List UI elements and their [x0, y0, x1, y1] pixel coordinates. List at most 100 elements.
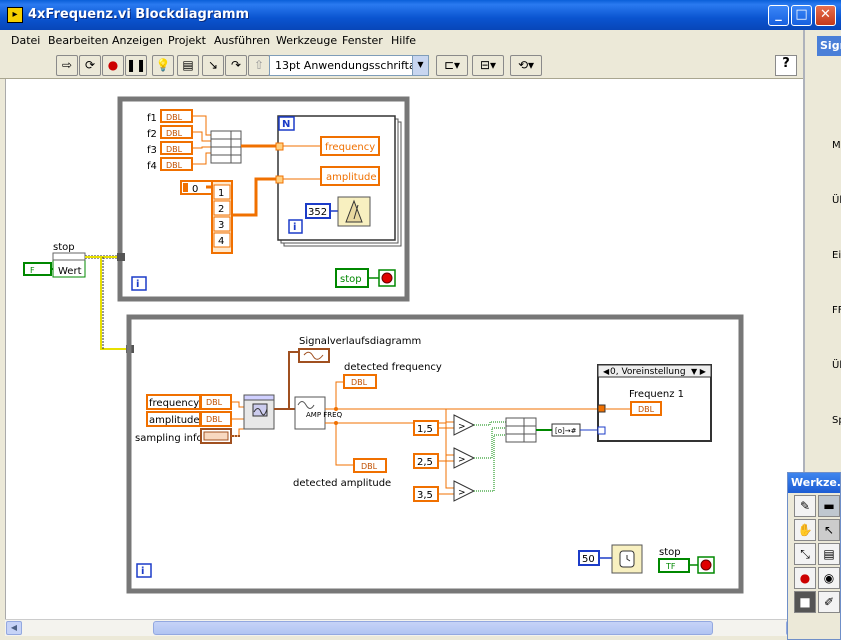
- detected-amplitude-indicator[interactable]: DBL: [353, 458, 387, 473]
- stop-button-terminal[interactable]: stop: [335, 268, 369, 288]
- simulate-signal-express-vi[interactable]: [243, 394, 275, 430]
- waveform-chart-terminal[interactable]: [298, 348, 330, 363]
- f4-control[interactable]: DBL: [160, 157, 193, 171]
- svg-text:2,5: 2,5: [417, 457, 433, 468]
- stop2-control[interactable]: TF: [658, 558, 690, 573]
- boolean-wire: [474, 421, 506, 492]
- threshold-constant-3[interactable]: 3,5: [413, 486, 439, 502]
- wiring-tool-icon[interactable]: ⤡: [794, 543, 816, 565]
- svg-text:>: >: [458, 455, 466, 465]
- loop-condition-stop-icon[interactable]: [378, 269, 396, 287]
- tunnel: [117, 253, 125, 261]
- retain-wire-values-icon[interactable]: ▤: [177, 55, 199, 76]
- detected-frequency-indicator[interactable]: DBL: [343, 374, 377, 389]
- color-tool-icon[interactable]: ■: [794, 591, 816, 613]
- run-arrow-icon[interactable]: ⇨: [56, 55, 78, 76]
- signal-panel-title: Signa: [817, 36, 841, 56]
- menu-ausfuehren[interactable]: Ausführen: [214, 34, 270, 47]
- breakpoint-icon[interactable]: ●: [794, 567, 816, 589]
- align-objects-icon[interactable]: ⊏▾: [436, 55, 468, 76]
- scroll-left-icon[interactable]: ◀: [6, 621, 22, 635]
- svg-text:50: 50: [582, 554, 595, 565]
- svg-text:3,5: 3,5: [417, 490, 433, 501]
- threshold-constant-1[interactable]: 1,5: [413, 420, 439, 436]
- svg-text:DBL: DBL: [166, 145, 183, 154]
- toolbar: ⇨ ⟳ ● ❚❚ 💡 ▤ ↘ ↷ ⇧ 13pt Anwendungsschrif…: [0, 51, 803, 79]
- svg-text:▼ ▶: ▼ ▶: [691, 367, 707, 376]
- iteration-terminal: i: [293, 222, 296, 233]
- greater-than-node-1[interactable]: >: [453, 414, 476, 436]
- wait-constant-352[interactable]: 352: [305, 203, 331, 219]
- menu-datei[interactable]: Datei: [11, 34, 40, 47]
- frequency-indicator[interactable]: frequency: [320, 136, 380, 156]
- case-selector-label: 0, Voreinstellung: [610, 367, 686, 377]
- amplitude-control[interactable]: amplitude DBL: [146, 411, 232, 427]
- sampling-info-control[interactable]: [200, 428, 232, 444]
- horizontal-scrollbar[interactable]: ◀ ▶: [5, 619, 803, 636]
- reorder-icon[interactable]: ⟲▾: [510, 55, 542, 76]
- run-continuously-icon[interactable]: ⟳: [79, 55, 101, 76]
- label-tool-icon[interactable]: ▤: [818, 543, 840, 565]
- case-selector-terminal: [597, 426, 606, 435]
- array-constant[interactable]: 1 2 3 4: [211, 180, 233, 254]
- step-into-icon[interactable]: ↘: [202, 55, 224, 76]
- frequenz-1-indicator[interactable]: DBL: [630, 401, 662, 416]
- menu-bar: Datei Bearbeiten Anzeigen Projekt Ausfüh…: [0, 30, 803, 51]
- help-icon[interactable]: ?: [775, 55, 797, 76]
- tool-selector-icon[interactable]: ▬: [818, 495, 840, 517]
- frequency-control[interactable]: frequency DBL: [146, 394, 232, 410]
- pause-icon[interactable]: ❚❚: [125, 55, 147, 76]
- block-diagram-canvas[interactable]: F stop Wert f1 f2 f3 f4 DBL DBL DBL DBL …: [5, 79, 803, 619]
- f1-control[interactable]: DBL: [160, 109, 193, 123]
- menu-projekt[interactable]: Projekt: [168, 34, 206, 47]
- f2-control[interactable]: DBL: [160, 125, 193, 139]
- get-color-icon[interactable]: ✐: [818, 591, 840, 613]
- highlight-execution-icon[interactable]: 💡: [152, 55, 174, 76]
- probe-icon[interactable]: ◉: [818, 567, 840, 589]
- tools-palette: Werkze... ✎ ▬ ✋ ↖ ⤡ ▤ ● ◉ ■ ✐: [787, 472, 841, 640]
- wrench-tool-icon[interactable]: ✎: [794, 495, 816, 517]
- menu-bearbeiten[interactable]: Bearbeiten: [48, 34, 108, 47]
- svg-text:frequency: frequency: [325, 142, 375, 153]
- minimize-button[interactable]: _: [768, 5, 789, 26]
- operate-hand-icon[interactable]: ✋: [794, 519, 816, 541]
- boolean-array-to-number-node[interactable]: [o]→#: [551, 423, 581, 437]
- menu-hilfe[interactable]: Hilfe: [391, 34, 416, 47]
- position-arrow-icon[interactable]: ↖: [818, 519, 840, 541]
- f3-label: f3: [147, 145, 157, 156]
- svg-text:stop: stop: [340, 274, 362, 285]
- greater-than-node-3[interactable]: >: [453, 480, 476, 502]
- svg-text:TF: TF: [665, 562, 676, 571]
- f3-control[interactable]: DBL: [160, 141, 193, 155]
- close-button[interactable]: ✕: [815, 5, 836, 26]
- wait-ms-icon[interactable]: [611, 544, 643, 574]
- stop-property-node[interactable]: Wert: [52, 252, 86, 278]
- stop2-label: stop: [659, 547, 681, 558]
- threshold-constant-2[interactable]: 2,5: [413, 453, 439, 469]
- metronome-wait-icon[interactable]: [337, 196, 371, 227]
- step-out-icon[interactable]: ⇧: [248, 55, 270, 76]
- svg-text:amplitude: amplitude: [149, 415, 200, 426]
- greater-than-node-2[interactable]: >: [453, 447, 476, 469]
- menu-anzeigen[interactable]: Anzeigen: [112, 34, 163, 47]
- stop-control[interactable]: F: [23, 262, 52, 276]
- maximize-button[interactable]: □: [791, 5, 812, 26]
- amplitude-indicator[interactable]: amplitude: [320, 166, 380, 186]
- wait-constant-50[interactable]: 50: [578, 550, 600, 566]
- svg-text:DBL: DBL: [166, 113, 183, 122]
- menu-fenster[interactable]: Fenster: [342, 34, 383, 47]
- distribute-objects-icon[interactable]: ⊟▾: [472, 55, 504, 76]
- font-select[interactable]: 13pt Anwendungsschriftart ▼: [269, 55, 429, 76]
- step-over-icon[interactable]: ↷: [225, 55, 247, 76]
- loop2-condition-stop-icon[interactable]: [697, 556, 715, 574]
- abort-icon[interactable]: ●: [102, 55, 124, 76]
- tools-palette-title: Werkze...: [788, 473, 841, 493]
- stop-label: stop: [53, 242, 75, 253]
- build-array-node[interactable]: [210, 130, 242, 164]
- svg-text:DBL: DBL: [206, 398, 223, 407]
- menu-werkzeuge[interactable]: Werkzeuge: [276, 34, 337, 47]
- build-boolean-array-node[interactable]: [505, 417, 537, 443]
- scroll-thumb[interactable]: [153, 621, 713, 635]
- svg-text:3: 3: [218, 220, 224, 231]
- svg-text:>: >: [458, 422, 466, 432]
